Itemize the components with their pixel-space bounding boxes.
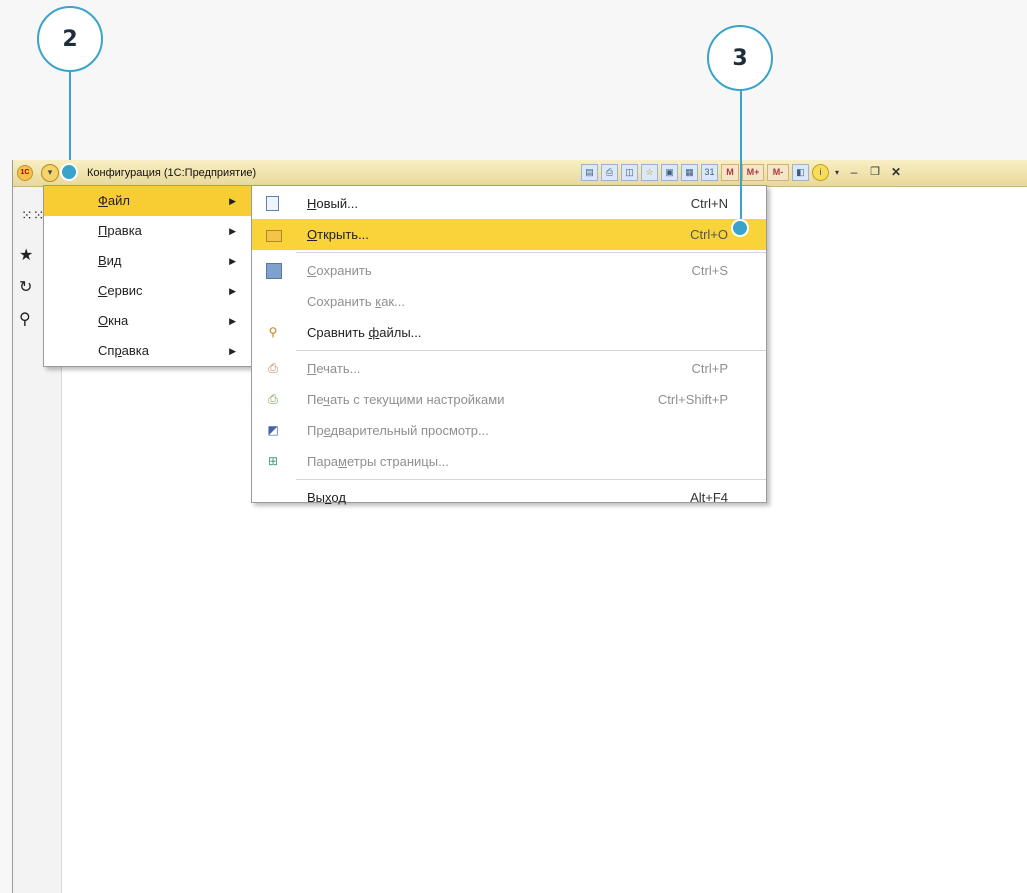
callout-3-pointer-dot [731, 219, 749, 237]
submenu-arrow-icon: ▶ [229, 256, 236, 266]
submenu-arrow-icon: ▶ [229, 226, 236, 236]
info-icon[interactable]: i [812, 164, 829, 181]
new-document-icon [266, 196, 279, 211]
memory-minus-button[interactable]: M- [767, 164, 789, 181]
quick-print-icon: ⎙ [268, 392, 278, 406]
window-title: Конфигурация (1С:Предприятие) [87, 167, 257, 179]
main-menu-button[interactable]: ▾ [41, 164, 59, 182]
menu-item-compare-files[interactable]: ⚲ Сравнить файлы... [252, 317, 766, 348]
menu-item-print-preview[interactable]: ◩ Предварительный просмотр... [252, 415, 766, 446]
submenu-arrow-icon: ▶ [229, 346, 236, 356]
menu-item-print[interactable]: ⎙ Печать... Ctrl+P [252, 353, 766, 384]
compare-files-icon: ⚲ [268, 325, 278, 339]
menu-item-save[interactable]: Сохранить Ctrl+S [252, 255, 766, 286]
close-button[interactable]: ✕ [887, 164, 905, 181]
menu-item-help[interactable]: Справка ▶ [44, 336, 252, 366]
print-icon[interactable]: ⎙ [601, 164, 618, 181]
submenu-arrow-icon: ▶ [229, 316, 236, 326]
save-icon [266, 263, 282, 279]
menu-item-save-as[interactable]: Сохранить как... [252, 286, 766, 317]
callout-2-pointer-dot [60, 163, 78, 181]
menu-item-view[interactable]: Вид ▶ [44, 246, 252, 276]
callout-2-leader [69, 72, 71, 170]
menu-item-quick-print[interactable]: ⎙ Печать с текущими настройками Ctrl+Shi… [252, 384, 766, 415]
page-setup-icon: ⊞ [267, 454, 279, 468]
menu-item-open[interactable]: Открыть... Ctrl+O [252, 219, 766, 250]
separator [296, 252, 766, 253]
menu-item-page-setup[interactable]: ⊞ Параметры страницы... [252, 446, 766, 477]
minimize-button[interactable]: – [845, 164, 863, 181]
panel-layout-icon[interactable]: ◧ [792, 164, 809, 181]
submenu-arrow-icon: ▶ [229, 286, 236, 296]
open-folder-icon [266, 230, 282, 242]
separator [296, 350, 766, 351]
menu-item-new[interactable]: Новый... Ctrl+N [252, 188, 766, 219]
file-submenu: Новый... Ctrl+N Открыть... Ctrl+O Сохран… [251, 185, 767, 505]
menu-item-exit[interactable]: Выход Alt+F4 [252, 482, 766, 513]
app-logo-icon: 1С [17, 165, 33, 181]
memory-plus-button[interactable]: M+ [742, 164, 764, 181]
submenu-arrow-icon: ▶ [229, 196, 236, 206]
print-icon: ⎙ [268, 361, 278, 375]
menu-item-file[interactable]: Файл ▶ [44, 186, 252, 216]
menu-item-windows[interactable]: Окна ▶ [44, 306, 252, 336]
main-menu: Файл ▶ Правка ▶ Вид ▶ Сервис ▶ Окна ▶ Справка… [43, 185, 253, 367]
callout-3: 3 [707, 25, 773, 91]
restore-button[interactable]: ❐ [866, 164, 884, 181]
title-toolbar: ▤ ⎙ ◫ ☆ ▣ ▦ 31 M M+ M- ◧ i ▾ – ❐ ✕ [581, 164, 905, 181]
memory-m-button[interactable]: M [721, 164, 739, 181]
title-bar: 1С ▾ Конфигурация (1С:Предприятие) ▤ ⎙ ◫… [13, 160, 1027, 187]
apps-grid-icon[interactable]: ⁙⁙ [21, 207, 44, 224]
star-icon[interactable]: ★ [19, 245, 33, 265]
print-preview-icon: ◩ [267, 423, 279, 437]
menu-item-service[interactable]: Сервис ▶ [44, 276, 252, 306]
callout-3-leader [740, 91, 742, 227]
calc-icon[interactable]: ▦ [681, 164, 698, 181]
doc-icon[interactable]: ▤ [581, 164, 598, 181]
history-icon[interactable]: ↻ [19, 277, 32, 297]
info-dropdown-icon[interactable]: ▾ [832, 164, 842, 181]
callout-2: 2 [37, 6, 103, 72]
preview-icon[interactable]: ◫ [621, 164, 638, 181]
menu-item-edit[interactable]: Правка ▶ [44, 216, 252, 246]
favorite-icon[interactable]: ☆ [641, 164, 658, 181]
search-icon[interactable]: ⚲ [19, 309, 31, 329]
history-icon[interactable]: ▣ [661, 164, 678, 181]
separator [296, 479, 766, 480]
calendar-icon[interactable]: 31 [701, 164, 718, 181]
